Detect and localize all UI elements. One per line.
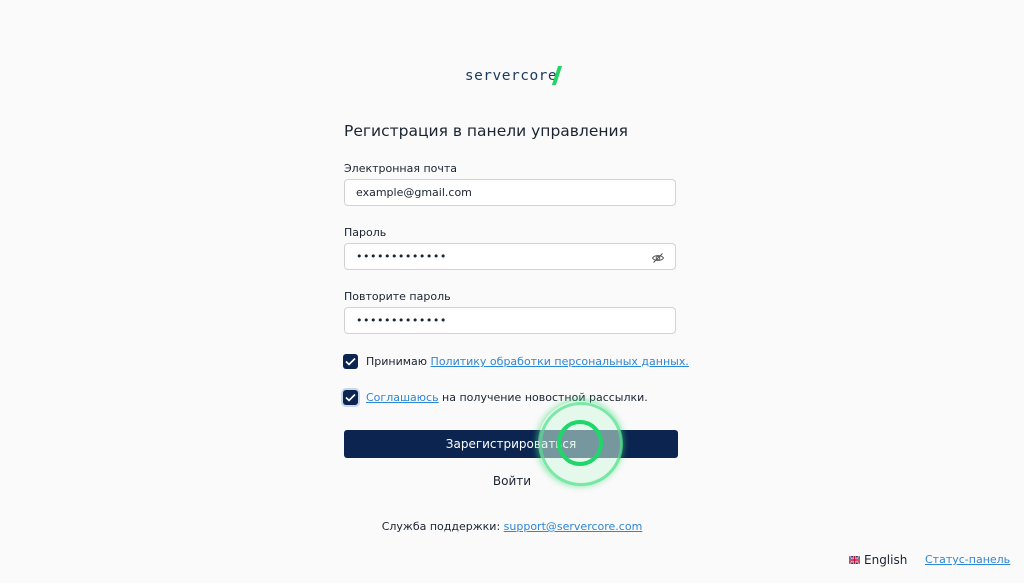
newsletter-consent-text: Соглашаюсь на получение новостной рассыл… — [366, 391, 648, 404]
password-repeat-value: ••••••••••••• — [356, 314, 447, 327]
email-label: Электронная почта — [344, 162, 458, 175]
password-repeat-label: Повторите пароль — [344, 290, 451, 303]
policy-prefix: Принимаю — [366, 355, 431, 368]
password-value: ••••••••••••• — [356, 250, 447, 263]
newsletter-checkbox[interactable] — [343, 390, 358, 405]
click-indicator-inner-ring — [557, 420, 603, 466]
newsletter-agree-link[interactable]: Соглашаюсь — [366, 391, 439, 404]
uk-flag-icon — [849, 556, 860, 564]
page-title: Регистрация в панели управления — [344, 122, 628, 140]
password-label: Пароль — [344, 226, 387, 239]
servercore-logo: servercore — [0, 66, 1024, 85]
checkmark-icon — [345, 393, 356, 402]
email-field-wrapper — [344, 179, 676, 206]
password-repeat-field[interactable]: ••••••••••••• — [344, 307, 676, 334]
support-email-link[interactable]: support@servercore.com — [504, 520, 643, 533]
language-switcher[interactable]: English — [849, 553, 907, 567]
click-indicator — [538, 401, 623, 486]
policy-consent-text: Принимаю Политику обработки персональных… — [366, 355, 689, 368]
checkmark-icon — [345, 357, 356, 366]
logo-text: servercore — [464, 68, 558, 84]
policy-checkbox[interactable] — [343, 354, 358, 369]
password-field[interactable]: ••••••••••••• — [344, 243, 676, 270]
email-field[interactable] — [345, 180, 646, 205]
status-panel-link[interactable]: Статус-панель — [925, 553, 1010, 566]
support-label: Служба поддержки: — [381, 520, 504, 533]
login-link[interactable]: Войти — [0, 474, 1024, 488]
language-label: English — [864, 553, 908, 567]
support-line: Служба поддержки: support@servercore.com — [0, 520, 1024, 533]
newsletter-suffix: на получение новостной рассылки. — [438, 391, 648, 404]
privacy-policy-link[interactable]: Политику обработки персональных данных. — [431, 355, 689, 368]
eye-off-icon[interactable] — [651, 250, 665, 264]
register-button[interactable]: Зарегистрироваться — [344, 430, 678, 458]
